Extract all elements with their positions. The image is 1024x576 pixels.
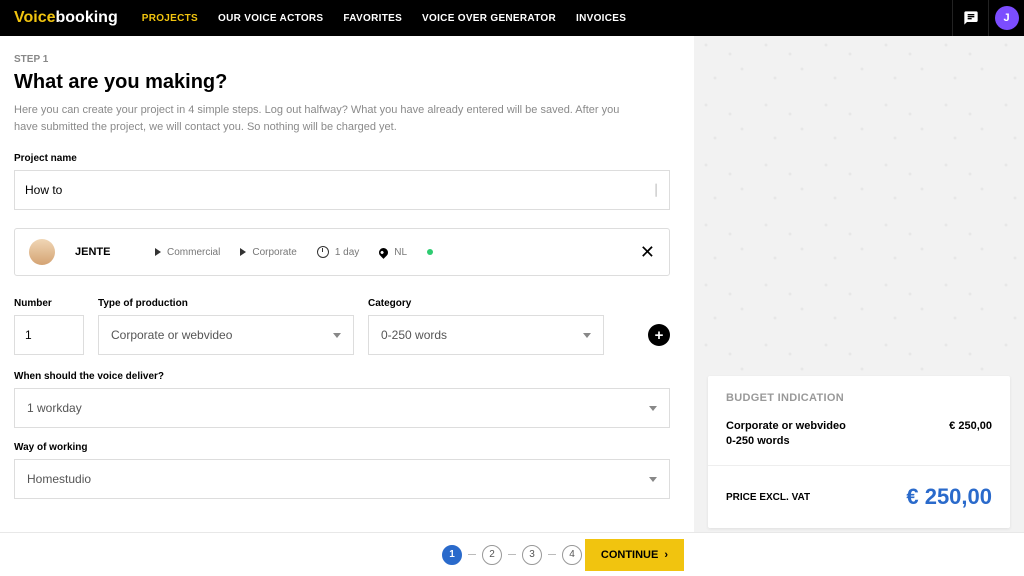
chevron-right-icon: ›: [664, 549, 668, 561]
budget-line1: Corporate or webvideo: [726, 420, 846, 432]
continue-label: CONTINUE: [601, 549, 658, 561]
actor-location: NL: [379, 247, 407, 258]
nav-favorites[interactable]: FAVORITES: [343, 13, 402, 24]
page-subtext: Here you can create your project in 4 si…: [14, 102, 644, 135]
status-dot-icon: [427, 249, 433, 255]
budget-total-price: € 250,00: [906, 484, 992, 510]
nav-generator[interactable]: VOICE OVER GENERATOR: [422, 13, 556, 24]
category-col: Category 0-250 words: [368, 298, 604, 355]
right-panel: BUDGET INDICATION Corporate or webvideo …: [694, 36, 1024, 532]
avatar-initial: J: [995, 6, 1019, 30]
user-avatar[interactable]: J: [988, 0, 1024, 36]
production-select[interactable]: Corporate or webvideo: [98, 315, 354, 355]
step-label: STEP 1: [14, 54, 674, 65]
step-3[interactable]: 3: [522, 545, 542, 565]
actor-country: NL: [394, 247, 407, 258]
budget-line: Corporate or webvideo 0-250 words € 250,…: [708, 414, 1010, 466]
left-panel: STEP 1 What are you making? Here you can…: [0, 36, 694, 532]
clock-icon: [317, 246, 329, 258]
sample-corporate[interactable]: Corporate: [240, 247, 296, 258]
play-icon: [240, 248, 246, 256]
step-2[interactable]: 2: [482, 545, 502, 565]
way-label: Way of working: [14, 442, 674, 453]
category-select[interactable]: 0-250 words: [368, 315, 604, 355]
main-area: STEP 1 What are you making? Here you can…: [0, 36, 1024, 532]
sample-corporate-label: Corporate: [252, 247, 296, 258]
way-select[interactable]: Homestudio: [14, 459, 670, 499]
continue-button[interactable]: CONTINUE ›: [585, 539, 684, 571]
step-line: [548, 554, 556, 555]
play-icon: [155, 248, 161, 256]
header-right: J: [952, 0, 1024, 36]
logo-voice: Voice: [14, 9, 56, 26]
actor-avatar: [29, 239, 55, 265]
actor-name: JENTE: [75, 246, 135, 258]
budget-line-price: € 250,00: [949, 420, 992, 447]
project-name-input-wrapper[interactable]: ⎮: [14, 170, 670, 210]
budget-total-row: PRICE EXCL. VAT € 250,00: [708, 466, 1010, 528]
main-nav: PROJECTS OUR VOICE ACTORS FAVORITES VOIC…: [142, 13, 952, 24]
number-col: Number: [14, 298, 84, 355]
add-button[interactable]: +: [648, 324, 670, 346]
project-name-input[interactable]: [25, 183, 596, 197]
pin-icon: [377, 246, 390, 259]
logo-booking: booking: [56, 9, 118, 26]
budget-header: BUDGET INDICATION: [708, 376, 1010, 414]
deliver-value: 1 workday: [27, 401, 82, 415]
voice-actor-card: JENTE Commercial Corporate 1 day NL ✕: [14, 228, 670, 276]
number-input[interactable]: [14, 315, 84, 355]
step-indicator: 1 2 3 4: [442, 545, 582, 565]
deliver-select[interactable]: 1 workday: [14, 388, 670, 428]
chevron-down-icon: [583, 333, 591, 338]
actor-duration: 1 day: [317, 246, 359, 258]
chevron-down-icon: [649, 406, 657, 411]
nav-actors[interactable]: OUR VOICE ACTORS: [218, 13, 323, 24]
budget-card: BUDGET INDICATION Corporate or webvideo …: [708, 376, 1010, 528]
nav-projects[interactable]: PROJECTS: [142, 13, 198, 24]
category-label: Category: [368, 298, 604, 309]
project-name-label: Project name: [14, 153, 674, 164]
chat-icon[interactable]: [952, 0, 988, 36]
page-title: What are you making?: [14, 71, 674, 94]
way-value: Homestudio: [27, 472, 91, 486]
production-label: Type of production: [98, 298, 354, 309]
sample-commercial-label: Commercial: [167, 247, 220, 258]
actor-duration-text: 1 day: [335, 247, 359, 258]
deliver-label: When should the voice deliver?: [14, 371, 674, 382]
top-header: Voicebooking PROJECTS OUR VOICE ACTORS F…: [0, 0, 1024, 36]
footer: 1 2 3 4 CONTINUE ›: [0, 532, 1024, 576]
production-col: Type of production Corporate or webvideo: [98, 298, 354, 355]
text-cursor-icon: ⎮: [653, 184, 659, 197]
step-line: [508, 554, 516, 555]
production-row: Number Type of production Corporate or w…: [14, 298, 670, 355]
nav-invoices[interactable]: INVOICES: [576, 13, 626, 24]
chevron-down-icon: [649, 477, 657, 482]
production-value: Corporate or webvideo: [111, 328, 232, 342]
logo[interactable]: Voicebooking: [14, 9, 118, 27]
step-1[interactable]: 1: [442, 545, 462, 565]
sample-commercial[interactable]: Commercial: [155, 247, 220, 258]
category-value: 0-250 words: [381, 328, 447, 342]
budget-total-label: PRICE EXCL. VAT: [726, 492, 810, 503]
number-label: Number: [14, 298, 84, 309]
budget-line2: 0-250 words: [726, 435, 846, 447]
step-line: [468, 554, 476, 555]
budget-line-labels: Corporate or webvideo 0-250 words: [726, 420, 846, 447]
step-4[interactable]: 4: [562, 545, 582, 565]
remove-actor-button[interactable]: ✕: [640, 242, 655, 263]
chevron-down-icon: [333, 333, 341, 338]
